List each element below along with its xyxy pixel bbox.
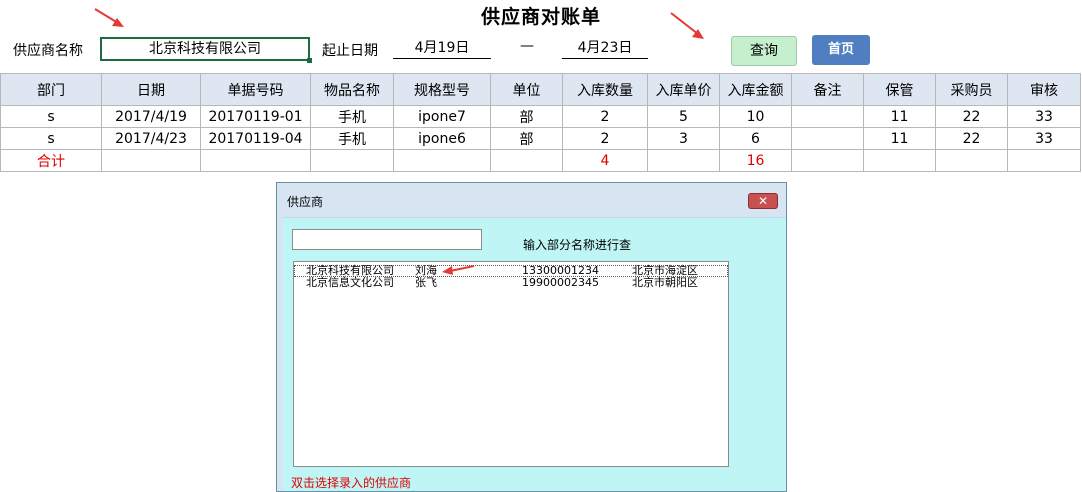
table-cell[interactable]: 20170119-01	[200, 105, 311, 128]
column-header: 保管	[863, 73, 936, 106]
table-cell[interactable]	[791, 105, 864, 128]
dialog-title: 供应商	[287, 195, 324, 209]
supplier-search-input[interactable]	[292, 229, 482, 250]
table-cell[interactable]: 手机	[310, 105, 394, 128]
list-address: 北京市朝阳区	[632, 276, 698, 289]
list-contact: 张飞	[415, 276, 437, 289]
table-cell[interactable]: 22	[935, 105, 1008, 128]
table-cell[interactable]	[393, 149, 491, 172]
arrow-annotation-icon	[670, 12, 704, 39]
table-cell[interactable]: ipone6	[393, 127, 491, 150]
arrow-annotation-icon	[94, 8, 124, 27]
table-cell[interactable]	[200, 149, 311, 172]
table-cell[interactable]: 22	[935, 127, 1008, 150]
list-phone: 19900002345	[522, 276, 599, 289]
table-cell[interactable]	[310, 149, 394, 172]
table-cell[interactable]: 部	[490, 127, 563, 150]
close-icon[interactable]: ✕	[748, 193, 778, 209]
column-header: 入库金额	[719, 73, 792, 106]
column-header: 单位	[490, 73, 563, 106]
home-button[interactable]: 首页	[812, 35, 870, 65]
column-header: 规格型号	[393, 73, 491, 106]
start-date-field[interactable]: 4月19日	[393, 38, 491, 59]
table-cell[interactable]	[647, 149, 720, 172]
table-cell[interactable]: 2	[562, 105, 648, 128]
supplier-name-field[interactable]: 北京科技有限公司	[100, 37, 312, 63]
table-cell[interactable]: ipone7	[393, 105, 491, 128]
column-header: 部门	[0, 73, 102, 106]
column-header: 物品名称	[310, 73, 394, 106]
table-cell[interactable]: 2017/4/23	[101, 127, 201, 150]
date-range-label: 起止日期	[322, 43, 378, 59]
date-separator: —	[520, 38, 534, 54]
table-cell[interactable]: s	[0, 105, 102, 128]
table-cell[interactable]: 2017/4/19	[101, 105, 201, 128]
table-header-row: 部门 日期 单据号码 物品名称 规格型号 单位 入库数量 入库单价 入库金额 备…	[0, 73, 1081, 106]
table-row: s 2017/4/19 20170119-01 手机 ipone7 部 2 5 …	[0, 105, 1081, 128]
table-cell[interactable]: 10	[719, 105, 792, 128]
dialog-border	[277, 217, 283, 491]
table-cell[interactable]	[791, 149, 864, 172]
column-header: 入库单价	[647, 73, 720, 106]
column-header: 日期	[101, 73, 201, 106]
total-label: 合计	[0, 149, 102, 172]
table-cell[interactable]	[1007, 149, 1081, 172]
table-cell[interactable]: 2	[562, 127, 648, 150]
supplier-listbox[interactable]: 北京科技有限公司 刘海 13300001234 北京市海淀区 北京信息文化公司 …	[293, 261, 729, 467]
total-row: 合计 4 16	[0, 149, 1081, 172]
end-date-field[interactable]: 4月23日	[562, 38, 648, 59]
table-cell[interactable]: 3	[647, 127, 720, 150]
table-cell[interactable]	[791, 127, 864, 150]
table-cell[interactable]	[935, 149, 1008, 172]
page-title: 供应商对账单	[480, 6, 601, 28]
list-item[interactable]: 北京信息文化公司 张飞 19900002345 北京市朝阳区	[294, 277, 728, 289]
supplier-dialog: 供应商 ✕ 输入部分名称进行查 北京科技有限公司 刘海 13300001234 …	[276, 182, 787, 492]
column-header: 入库数量	[562, 73, 648, 106]
table-cell[interactable]	[863, 149, 936, 172]
table-cell[interactable]: s	[0, 127, 102, 150]
list-company: 北京信息文化公司	[306, 276, 394, 289]
table-cell[interactable]: 手机	[310, 127, 394, 150]
search-hint: 输入部分名称进行查	[523, 238, 632, 252]
column-header: 单据号码	[200, 73, 311, 106]
table-row: s 2017/4/23 20170119-04 手机 ipone6 部 2 3 …	[0, 127, 1081, 150]
table-cell[interactable]: 6	[719, 127, 792, 150]
total-amount: 16	[719, 149, 792, 172]
table-cell[interactable]: 11	[863, 105, 936, 128]
table-cell[interactable]: 20170119-04	[200, 127, 311, 150]
column-header: 备注	[791, 73, 864, 106]
statement-table: 部门 日期 单据号码 物品名称 规格型号 单位 入库数量 入库单价 入库金额 备…	[0, 73, 1081, 172]
table-cell[interactable]: 部	[490, 105, 563, 128]
query-button[interactable]: 查询	[731, 36, 797, 66]
supplier-label: 供应商名称	[13, 43, 83, 59]
table-cell[interactable]: 33	[1007, 127, 1081, 150]
column-header: 采购员	[935, 73, 1008, 106]
total-quantity: 4	[562, 149, 648, 172]
table-cell[interactable]: 33	[1007, 105, 1081, 128]
table-cell[interactable]	[101, 149, 201, 172]
arrow-annotation-icon	[442, 265, 475, 275]
table-cell[interactable]: 5	[647, 105, 720, 128]
dialog-titlebar[interactable]: 供应商 ✕	[277, 183, 786, 218]
table-cell[interactable]: 11	[863, 127, 936, 150]
column-header: 审核	[1007, 73, 1081, 106]
table-cell[interactable]	[490, 149, 563, 172]
